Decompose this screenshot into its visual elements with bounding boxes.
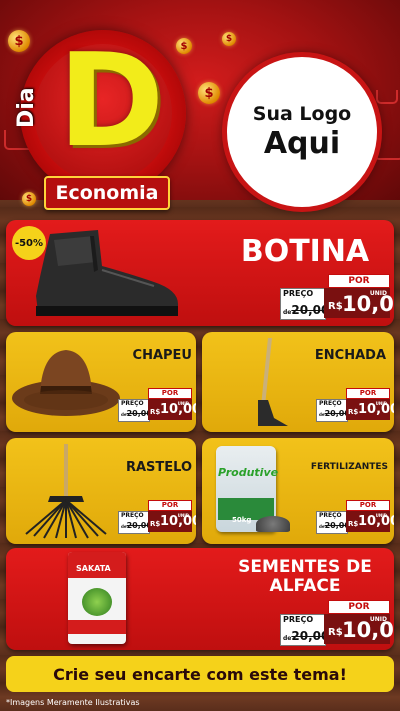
old-price-box: PREÇO de20,00 xyxy=(118,399,152,422)
price-label: PREÇO xyxy=(319,400,342,407)
por-label: POR xyxy=(148,500,192,511)
currency: R$ xyxy=(348,520,359,528)
old-price: de20,00 xyxy=(283,629,330,643)
logo-dia-text: Dia xyxy=(14,87,39,128)
old-price-box: PREÇO de20,00 xyxy=(280,288,330,320)
cart-icon xyxy=(376,90,398,104)
price-tag: POR PREÇO de20,00 R$ 10,00 UNID xyxy=(118,500,196,534)
old-price-box: PREÇO de20,00 xyxy=(316,399,350,422)
unit-label: UNID xyxy=(177,513,189,518)
por-label: POR xyxy=(328,274,390,288)
new-price-box: R$ 10,00 UNID xyxy=(324,614,394,644)
old-price-box: PREÇO de20,00 xyxy=(280,614,330,646)
hoe-icon xyxy=(258,338,288,426)
old-price-box: PREÇO de20,00 xyxy=(316,511,350,534)
old-price: de20,00 xyxy=(283,303,330,317)
logo-letter: D xyxy=(58,27,165,176)
bag-weight: 50kg xyxy=(232,516,252,524)
unit-label: UNID xyxy=(177,401,189,406)
coin-icon: $ xyxy=(176,38,192,54)
fertilizer-bag-icon: Produtive 50kg xyxy=(216,446,290,536)
product-card-sementes[interactable]: SAKATA SEMENTES DE ALFACE POR PREÇO de20… xyxy=(6,548,394,650)
price-tag: POR PREÇO de20,00 R$ 10,00 UNID xyxy=(280,274,394,320)
coin-icon: $ xyxy=(8,30,30,52)
product-name: FERTILIZANTES xyxy=(310,462,388,472)
price-label: PREÇO xyxy=(319,512,342,519)
packet-brand: SAKATA xyxy=(76,564,111,573)
price-tag: POR PREÇO de20,00 R$ 10,00 UNID xyxy=(118,388,196,422)
hat-icon xyxy=(12,350,120,416)
bag-brand: Produtive xyxy=(218,466,279,479)
footnote: *Imagens Meramente Ilustrativas xyxy=(6,698,140,707)
currency: R$ xyxy=(328,627,343,638)
currency: R$ xyxy=(150,520,161,528)
price-label: PREÇO xyxy=(121,400,144,407)
unit-label: UNID xyxy=(369,290,387,297)
brand-line-1: Sua Logo xyxy=(252,103,352,125)
brand-logo-placeholder: Sua Logo Aqui xyxy=(222,52,382,212)
currency: R$ xyxy=(348,408,359,416)
product-card-rastelo[interactable]: RASTELO POR PREÇO de20,00 R$ 10,00 UNID xyxy=(6,438,196,544)
new-price-box: R$ 10,00 UNID xyxy=(324,288,394,318)
currency: R$ xyxy=(328,301,343,312)
product-card-botina[interactable]: -50% BOTINA POR PREÇO de20,00 R$ 10,00 U… xyxy=(6,220,394,326)
unit-label: UNID xyxy=(369,616,387,623)
new-price-box: R$ 10,00 UNID xyxy=(346,511,394,532)
price-label: PREÇO xyxy=(283,289,314,298)
logo-economia-text: Economia xyxy=(44,176,170,210)
price-tag: POR PREÇO de20,00 R$ 10,00 UNID xyxy=(280,600,394,646)
coin-icon: $ xyxy=(198,82,220,104)
price-tag: POR PREÇO de20,00 R$ 10,00 UNID xyxy=(316,500,394,534)
product-card-fertilizantes[interactable]: Produtive 50kg FERTILIZANTES POR PREÇO d… xyxy=(202,438,394,544)
unit-label: UNID xyxy=(375,513,387,518)
product-name: RASTELO xyxy=(125,460,192,475)
product-name: CHAPEU xyxy=(132,348,192,363)
por-label: POR xyxy=(346,388,390,399)
rake-icon xyxy=(25,444,107,539)
product-name: SEMENTES DE ALFACE xyxy=(238,557,372,596)
currency: R$ xyxy=(150,408,161,416)
product-name: BOTINA xyxy=(240,234,370,269)
price-label: PREÇO xyxy=(121,512,144,519)
product-card-enchada[interactable]: ENCHADA POR PREÇO de20,00 R$ 10,00 UNID xyxy=(202,332,394,432)
brand-line-2: Aqui xyxy=(263,126,341,161)
coin-icon: $ xyxy=(22,192,36,206)
price-label: PREÇO xyxy=(283,615,314,624)
product-card-chapeu[interactable]: CHAPEU POR PREÇO de20,00 R$ 10,00 UNID xyxy=(6,332,196,432)
product-name: ENCHADA xyxy=(314,348,386,363)
price-tag: POR PREÇO de20,00 R$ 10,00 UNID xyxy=(316,388,394,422)
boot-icon xyxy=(36,230,178,316)
new-price-box: R$ 10,00 UNID xyxy=(148,399,196,420)
por-label: POR xyxy=(148,388,192,399)
por-label: POR xyxy=(346,500,390,511)
por-label: POR xyxy=(328,600,390,614)
cta-banner[interactable]: Crie seu encarte com este tema! xyxy=(6,656,394,692)
unit-label: UNID xyxy=(375,401,387,406)
new-price-box: R$ 10,00 UNID xyxy=(148,511,196,532)
coin-icon: $ xyxy=(222,32,236,46)
old-price-box: PREÇO de20,00 xyxy=(118,511,152,534)
seed-packet-icon: SAKATA xyxy=(68,552,130,646)
new-price-box: R$ 10,00 UNID xyxy=(346,399,394,420)
